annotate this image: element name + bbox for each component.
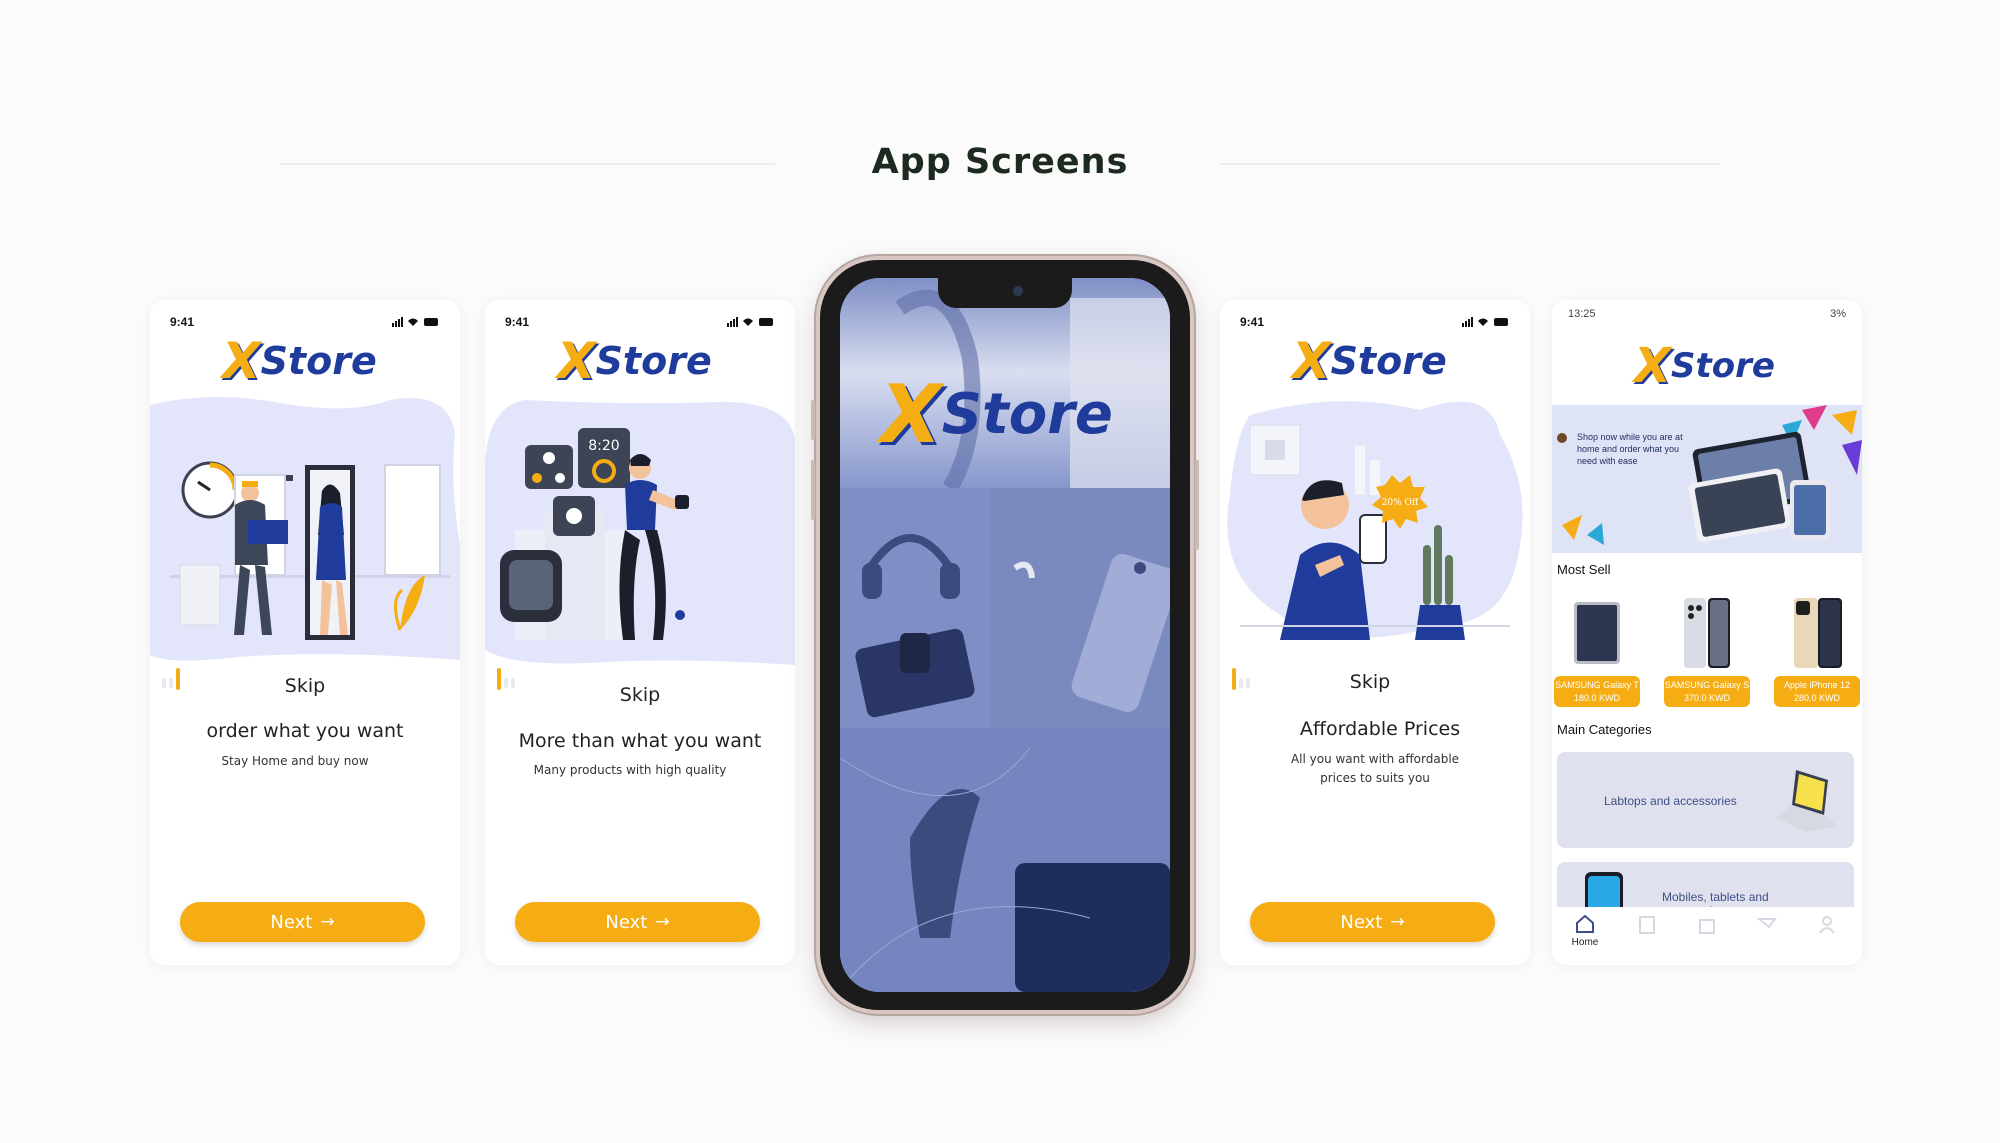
tab-home-label: Home — [1571, 937, 1599, 948]
phone-mockup: X Store — [811, 260, 1199, 1010]
smartwatch-illustration: 8:20 — [485, 400, 795, 665]
discount-badge-text: 20% Off — [1382, 498, 1419, 508]
status-bar: 9:41 — [170, 315, 440, 329]
banner-art — [1557, 405, 1862, 545]
status-icons — [1462, 317, 1508, 327]
product-price: 280.0 KWD — [1793, 693, 1841, 703]
status-battery: 3% — [1830, 308, 1846, 320]
onboarding-headline: order what you want — [206, 720, 404, 742]
next-button[interactable]: Next → — [180, 902, 425, 942]
brand-logo: X Store — [222, 332, 377, 390]
onboarding-screen-2: 9:41 X Store 8:20 Skip More than what yo… — [485, 300, 795, 965]
product-card[interactable]: SAMSUNG Galaxy S 370.0 KWD — [1664, 592, 1750, 712]
building-icon — [1639, 916, 1655, 934]
tab-home[interactable]: Home — [1567, 915, 1603, 955]
tab-cart[interactable] — [1749, 915, 1785, 955]
status-icons — [727, 317, 773, 327]
arrow-right-icon: → — [1390, 912, 1405, 932]
tablet-image — [1574, 602, 1620, 664]
home-screen: 13:25 3% X Store Shop now while you are … — [1552, 300, 1862, 965]
status-time: 9:41 — [170, 315, 195, 329]
product-name: SAMSUNG Galaxy T — [1555, 680, 1639, 690]
status-icons — [392, 317, 438, 327]
status-bar: 13:25 3% — [1568, 308, 1846, 320]
product-tag: Apple iPhone 12 280.0 KWD — [1774, 676, 1860, 707]
bottom-tab-bar: Home — [1552, 907, 1862, 965]
onboarding-headline: More than what you want — [518, 730, 762, 752]
product-tag: SAMSUNG Galaxy T 180.0 KWD — [1554, 676, 1640, 707]
status-time: 13:25 — [1568, 308, 1596, 320]
next-button-label: Next — [1340, 911, 1383, 933]
skip-link[interactable]: Skip — [150, 675, 460, 697]
category-label: Labtops and accessories — [1604, 794, 1737, 808]
onboarding-screen-3: 9:41 X Store 20% Off Skip Affordable Pri… — [1220, 300, 1530, 965]
category-card-laptops[interactable]: Labtops and accessories — [1557, 752, 1854, 848]
most-sell-title: Most Sell — [1557, 562, 1611, 577]
phone-side-button — [1195, 460, 1199, 550]
product-price: 180.0 KWD — [1573, 693, 1621, 703]
status-bar: 9:41 — [1240, 315, 1510, 329]
banner-text: Shop now while you are at home and order… — [1577, 432, 1683, 466]
next-button[interactable]: Next → — [515, 902, 760, 942]
product-name: Apple iPhone 12 — [1783, 680, 1851, 690]
page-title: App Screens — [871, 142, 1129, 182]
splash-logo: X Store — [880, 368, 1113, 461]
skip-link[interactable]: Skip — [485, 684, 795, 706]
product-price: 370.0 KWD — [1683, 693, 1731, 703]
tab-stores[interactable] — [1629, 915, 1665, 955]
brand-logo: X Store — [1634, 338, 1775, 394]
product-card[interactable]: SAMSUNG Galaxy T 180.0 KWD — [1554, 592, 1640, 712]
laptop-icon — [1776, 770, 1838, 832]
next-button[interactable]: Next → — [1250, 902, 1495, 942]
home-icon — [1576, 915, 1594, 933]
product-tag: SAMSUNG Galaxy S 370.0 KWD — [1664, 676, 1750, 707]
next-button-label: Next — [270, 911, 313, 933]
splash-screen: X Store — [840, 278, 1170, 992]
status-time: 9:41 — [505, 315, 530, 329]
phone-image — [1684, 598, 1730, 668]
onboarding-subtitle: All you want with affordable prices to s… — [1290, 752, 1460, 785]
phone-image — [1794, 598, 1842, 668]
arrow-right-icon: → — [320, 912, 335, 932]
status-time: 9:41 — [1240, 315, 1265, 329]
status-bar: 9:41 — [505, 315, 775, 329]
product-name: SAMSUNG Galaxy S — [1664, 680, 1750, 690]
cart-icon — [1757, 918, 1777, 929]
user-icon — [1819, 916, 1835, 934]
skip-link[interactable]: Skip — [1220, 671, 1525, 693]
phone-side-button — [811, 400, 815, 440]
delivery-illustration — [150, 396, 460, 661]
onboarding-screen-1: 9:41 X Store Skip order what you want St… — [150, 300, 460, 965]
next-button-label: Next — [605, 911, 648, 933]
onboarding-headline: Affordable Prices — [1299, 718, 1461, 740]
watch-time-text: 8:20 — [588, 438, 619, 454]
onboarding-subtitle: Stay Home and buy now — [221, 754, 369, 768]
phone-side-button — [811, 460, 815, 520]
discount-illustration: 20% Off — [1227, 401, 1523, 640]
tab-orders[interactable] — [1689, 915, 1725, 955]
bag-icon — [1699, 919, 1715, 934]
promo-banner[interactable]: Shop now while you are at home and order… — [1552, 405, 1862, 553]
tab-profile[interactable] — [1809, 915, 1845, 955]
onboarding-subtitle: Many products with high quality — [533, 763, 727, 777]
brand-logo: X Store — [557, 332, 712, 390]
arrow-right-icon: → — [655, 912, 670, 932]
camera-icon — [1013, 286, 1023, 296]
phone-notch — [938, 278, 1072, 308]
brand-logo: X Store — [1292, 332, 1447, 390]
main-categories-title: Main Categories — [1557, 722, 1652, 737]
product-card[interactable]: Apple iPhone 12 280.0 KWD — [1774, 592, 1860, 712]
